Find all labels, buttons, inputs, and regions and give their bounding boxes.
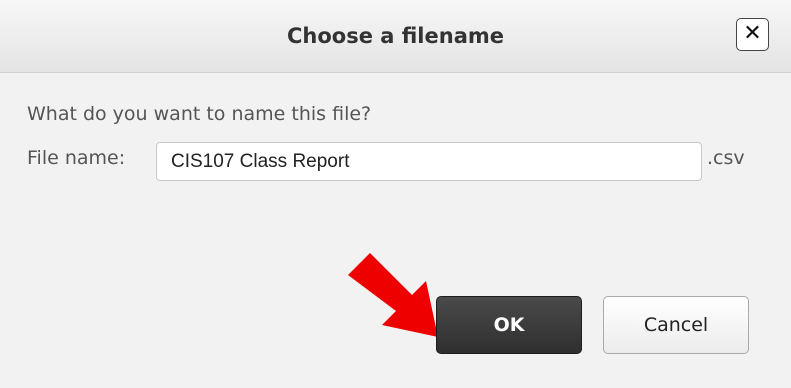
dialog-title: Choose a filename (286, 24, 504, 48)
dialog-titlebar: Choose a filename ✕ (0, 0, 791, 73)
choose-filename-dialog: Choose a filename ✕ What do you want to … (0, 0, 791, 388)
file-name-input[interactable] (156, 142, 702, 181)
dialog-prompt: What do you want to name this file? (27, 103, 372, 125)
file-extension-label: .csv (707, 147, 745, 169)
close-button[interactable]: ✕ (736, 18, 769, 51)
file-name-label: File name: (27, 147, 126, 169)
ok-button[interactable]: OK (436, 296, 582, 354)
cancel-button[interactable]: Cancel (603, 296, 749, 354)
red-arrow-shape (348, 253, 438, 337)
close-icon: ✕ (743, 21, 762, 46)
